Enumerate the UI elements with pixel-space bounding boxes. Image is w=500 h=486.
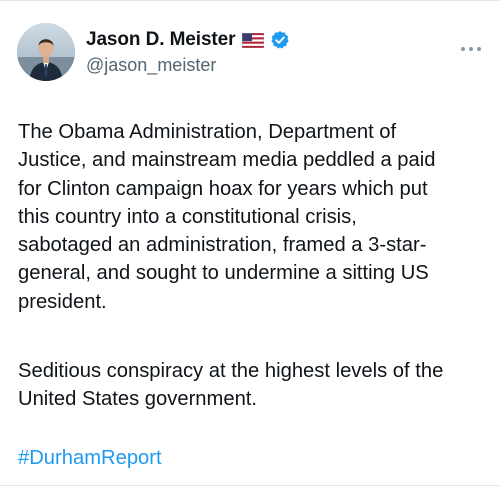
author-name-row: Jason D. Meister [86, 28, 290, 52]
tweet-body-paragraph-1: The Obama Administration, Department of … [18, 121, 436, 313]
verified-badge-icon [270, 30, 290, 50]
tweet-author[interactable]: Jason D. Meister @jason_meister [86, 28, 290, 76]
us-flag-icon [242, 32, 265, 48]
more-options-icon[interactable] [460, 39, 482, 51]
avatar-photo [17, 23, 75, 81]
hashtag-link[interactable]: #DurhamReport [18, 444, 162, 472]
tweet-body-paragraph-2: Seditious conspiracy at the highest leve… [18, 360, 444, 411]
author-display-name[interactable]: Jason D. Meister [86, 29, 236, 51]
avatar[interactable] [17, 23, 75, 81]
tweet-card: Jason D. Meister @jason_meister The Obam… [0, 0, 500, 486]
author-handle[interactable]: @jason_meister [86, 55, 290, 76]
